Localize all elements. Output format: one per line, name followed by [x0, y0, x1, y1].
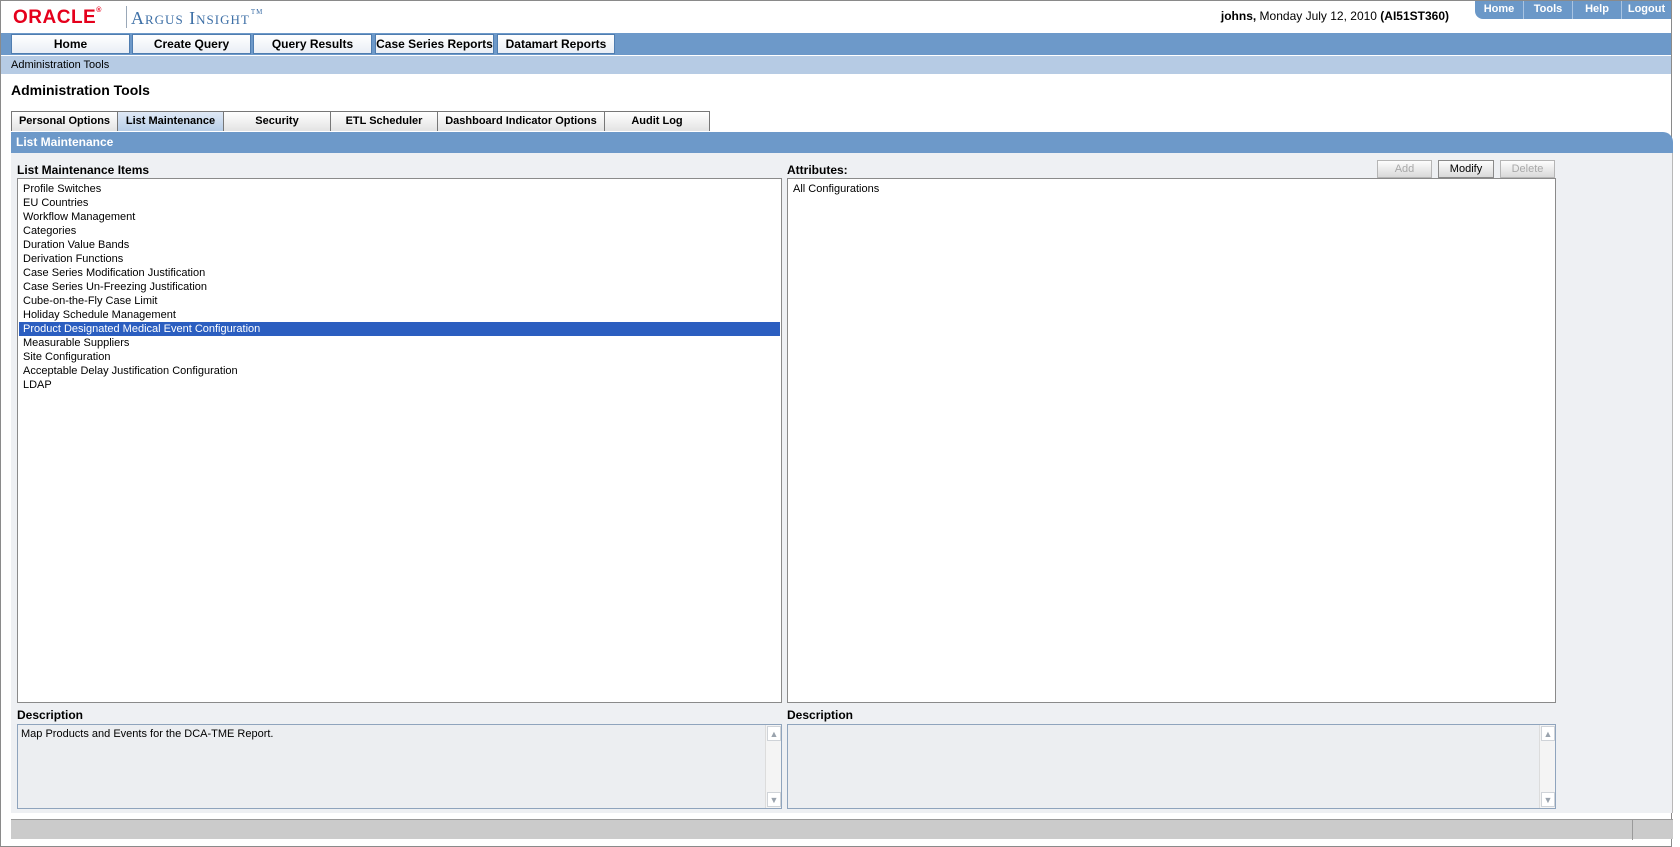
nav-datamart-reports[interactable]: Datamart Reports — [497, 34, 615, 54]
page-title: Administration Tools — [11, 82, 150, 98]
description-right-field[interactable]: ▲ ▼ — [787, 724, 1556, 809]
scroll-down-icon[interactable]: ▼ — [1541, 792, 1555, 807]
user-info: johns, Monday July 12, 2010 (AI51ST360) — [1221, 9, 1449, 23]
add-button[interactable]: Add — [1377, 160, 1432, 178]
description-label-right: Description — [787, 708, 854, 722]
current-date: Monday July 12, 2010 — [1256, 9, 1381, 23]
description-left-scrollbar[interactable]: ▲ ▼ — [765, 725, 781, 808]
oracle-logo: ORACLE® — [13, 7, 102, 28]
scroll-down-icon[interactable]: ▼ — [767, 792, 781, 807]
list-item[interactable]: Categories — [19, 224, 780, 238]
top-nav-help[interactable]: Help — [1572, 1, 1621, 19]
list-item[interactable]: Product Designated Medical Event Configu… — [19, 322, 780, 336]
top-nav-tools[interactable]: Tools — [1523, 1, 1572, 19]
logo-divider — [126, 6, 127, 28]
tab-audit-log[interactable]: Audit Log — [604, 111, 710, 131]
list-item[interactable]: Measurable Suppliers — [19, 336, 780, 350]
list-item[interactable]: LDAP — [19, 378, 780, 392]
list-item[interactable]: Case Series Un-Freezing Justification — [19, 280, 780, 294]
delete-button[interactable]: Delete — [1500, 160, 1555, 178]
description-left-text: Map Products and Events for the DCA-TME … — [21, 728, 274, 740]
nav-query-results[interactable]: Query Results — [253, 34, 372, 54]
list-item[interactable]: Case Series Modification Justification — [19, 266, 780, 280]
list-item[interactable]: Cube-on-the-Fly Case Limit — [19, 294, 780, 308]
nav-home[interactable]: Home — [11, 34, 130, 54]
scroll-up-icon[interactable]: ▲ — [1541, 726, 1555, 741]
list-item[interactable]: Profile Switches — [19, 182, 780, 196]
list-item[interactable]: Site Configuration — [19, 350, 780, 364]
nav-create-query[interactable]: Create Query — [132, 34, 251, 54]
panel-title: List Maintenance — [11, 132, 1673, 153]
product-logo: Argus InsightTM — [131, 8, 264, 28]
list-item[interactable]: Acceptable Delay Justification Configura… — [19, 364, 780, 378]
tab-security[interactable]: Security — [223, 111, 331, 131]
list-item[interactable]: Derivation Functions — [19, 252, 780, 266]
tab-etl-scheduler[interactable]: ETL Scheduler — [330, 111, 438, 131]
header: ORACLE® Argus InsightTM johns, Monday Ju… — [1, 1, 1671, 33]
tab-personal-options[interactable]: Personal Options — [11, 111, 118, 131]
list-maintenance-items[interactable]: Profile Switches EU Countries Workflow Man… — [17, 178, 782, 703]
main-nav: Home Create Query Query Results Case Ser… — [1, 33, 1671, 55]
description-right-scrollbar[interactable]: ▲ ▼ — [1539, 725, 1555, 808]
server-name: (AI51ST360) — [1380, 9, 1449, 23]
attributes-list[interactable]: All Configurations — [787, 178, 1556, 703]
list-item[interactable]: Workflow Management — [19, 210, 780, 224]
list-item[interactable]: Duration Value Bands — [19, 238, 780, 252]
nav-case-series-reports[interactable]: Case Series Reports — [375, 34, 494, 54]
list-item[interactable]: Holiday Schedule Management — [19, 308, 780, 322]
tab-dashboard-indicator-options[interactable]: Dashboard Indicator Options — [437, 111, 605, 131]
breadcrumb: Administration Tools — [1, 56, 1671, 74]
scroll-up-icon[interactable]: ▲ — [767, 726, 781, 741]
top-nav-home[interactable]: Home — [1475, 1, 1523, 19]
user-name: johns, — [1220, 9, 1257, 23]
description-left-field[interactable]: Map Products and Events for the DCA-TME … — [17, 724, 782, 809]
list-items-label: List Maintenance Items — [17, 163, 150, 177]
list-item[interactable]: EU Countries — [19, 196, 780, 210]
status-bar — [11, 819, 1673, 840]
description-label-left: Description — [17, 708, 84, 722]
tab-list-maintenance[interactable]: List Maintenance — [117, 111, 224, 131]
attribute-item[interactable]: All Configurations — [789, 182, 1554, 196]
modify-button[interactable]: Modify — [1438, 160, 1494, 178]
app-window: ORACLE® Argus InsightTM johns, Monday Ju… — [0, 0, 1673, 847]
top-nav: Home Tools Help Logout — [1475, 1, 1671, 19]
status-divider — [1632, 820, 1633, 840]
attributes-label: Attributes: — [787, 163, 848, 177]
top-nav-logout[interactable]: Logout — [1621, 1, 1671, 19]
